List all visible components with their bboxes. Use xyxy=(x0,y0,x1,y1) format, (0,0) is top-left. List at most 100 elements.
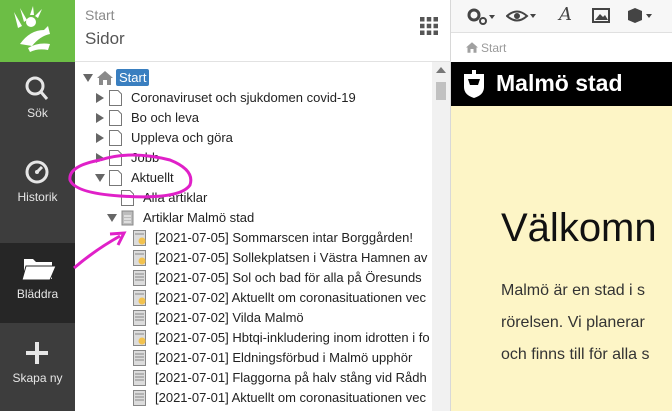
page-icon xyxy=(109,90,122,106)
panel-breadcrumb[interactable]: Start xyxy=(85,7,115,23)
tree-item-label[interactable]: Jobb xyxy=(131,150,159,165)
article-row[interactable]: [2021-07-02] Aktuellt om coronasituation… xyxy=(75,288,432,308)
article-page-icon xyxy=(133,250,146,266)
tree-item-label[interactable]: Alla artiklar xyxy=(143,190,207,205)
article-row-label[interactable]: [2021-07-05] Sommarscen intar Borggården… xyxy=(155,230,413,245)
nav-browse[interactable]: Bläddra xyxy=(0,243,75,323)
tree-item-container[interactable]: Artiklar Malmö stad xyxy=(75,208,432,228)
article-page-icon xyxy=(133,370,146,386)
preview-breadcrumb-start[interactable]: Start xyxy=(481,41,506,55)
settings-gear-icon[interactable] xyxy=(465,5,495,27)
page-icon xyxy=(109,150,122,166)
collapsed-arrow-icon[interactable] xyxy=(95,133,105,143)
malmo-crest-icon xyxy=(464,70,484,98)
nav-create-new-label: Skapa ny xyxy=(12,371,63,385)
article-row[interactable]: [2021-07-01] Aktuellt om coronasituation… xyxy=(75,388,432,408)
page-tree: Start Coronaviruset och sjukdomen covid-… xyxy=(75,62,432,411)
nav-rail: Sök Historik Bläddra Skapa ny xyxy=(0,0,75,411)
container-page-icon xyxy=(121,210,134,226)
collapsed-arrow-icon[interactable] xyxy=(95,93,105,103)
article-row[interactable]: [2021-07-05] Sol och bad för alla på Öre… xyxy=(75,268,432,288)
nav-search-label: Sök xyxy=(27,106,48,120)
expanded-arrow-icon[interactable] xyxy=(107,213,117,223)
image-icon[interactable] xyxy=(591,5,611,27)
article-row-label[interactable]: [2021-07-01] Aktuellt om coronasituation… xyxy=(155,390,426,405)
tree-item-label[interactable]: Artiklar Malmö stad xyxy=(143,210,254,225)
article-page-icon xyxy=(133,230,146,246)
tree-item-label[interactable]: Bo och leva xyxy=(131,110,199,125)
tree-scrollbar[interactable] xyxy=(432,62,450,411)
panel-title: Sidor xyxy=(85,29,125,48)
article-row-label[interactable]: [2021-07-02] Vilda Malmö xyxy=(155,310,304,325)
tree-item-label[interactable]: Uppleva och göra xyxy=(131,130,233,145)
tree-item-label[interactable]: Aktuellt xyxy=(131,170,174,185)
nav-search[interactable]: Sök xyxy=(0,62,75,142)
article-row-label[interactable]: [2021-07-01] Eldningsförbud i Malmö upph… xyxy=(155,350,412,365)
tree-item-label[interactable]: Coronaviruset och sjukdomen covid-19 xyxy=(131,90,356,105)
nav-history[interactable]: Historik xyxy=(0,146,75,226)
search-icon xyxy=(25,76,49,100)
article-row-label[interactable]: [2021-07-05] Sollekplatsen i Västra Hamn… xyxy=(155,250,427,265)
tree-item[interactable]: Alla artiklar xyxy=(75,188,432,208)
scroll-thumb[interactable] xyxy=(436,82,446,100)
nav-create-new[interactable]: Skapa ny xyxy=(0,327,75,407)
article-row-label[interactable]: [2021-07-05] Sol och bad för alla på Öre… xyxy=(155,270,422,285)
logo-icon xyxy=(14,6,50,52)
site-name[interactable]: Malmö stad xyxy=(496,70,623,97)
panel-header: Start Sidor xyxy=(75,0,451,62)
app-logo[interactable] xyxy=(0,0,75,62)
article-row-label[interactable]: [2021-07-01] Flaggorna på halv stång vid… xyxy=(155,370,427,385)
cms-window: Sök Historik Bläddra Skapa ny Start Sido… xyxy=(0,0,672,411)
page-icon xyxy=(121,190,134,206)
welcome-heading: Välkomn xyxy=(501,206,657,250)
block-cube-icon[interactable] xyxy=(625,5,653,27)
expanded-arrow-icon[interactable] xyxy=(95,173,105,183)
site-header: Malmö stad xyxy=(451,62,672,106)
nav-history-label: Historik xyxy=(17,190,58,204)
intro-text-line: rörelsen. Vi planerar xyxy=(501,314,645,331)
article-row-label[interactable]: [2021-07-02] Aktuellt om coronasituation… xyxy=(155,290,426,305)
tree-item[interactable]: Bo och leva xyxy=(75,108,432,128)
folder-icon xyxy=(21,259,57,281)
grid-menu-icon[interactable] xyxy=(419,16,439,36)
article-row[interactable]: [2021-07-05] Sollekplatsen i Västra Hamn… xyxy=(75,248,432,268)
article-page-icon xyxy=(133,330,146,346)
text-format-icon[interactable]: A xyxy=(559,4,572,26)
home-icon xyxy=(466,42,478,53)
home-icon xyxy=(97,71,113,85)
view-eye-icon[interactable] xyxy=(506,5,536,27)
preview-breadcrumb: Start xyxy=(451,34,672,62)
plus-icon xyxy=(26,342,48,364)
collapsed-arrow-icon[interactable] xyxy=(95,153,105,163)
article-row[interactable]: [2021-07-01] Flaggorna på halv stång vid… xyxy=(75,368,432,388)
tree-root-label[interactable]: Start xyxy=(116,69,150,86)
page-icon xyxy=(109,170,122,186)
preview-toolbar: A xyxy=(451,0,672,33)
article-row[interactable]: [2021-07-02] Vilda Malmö xyxy=(75,308,432,328)
scroll-up-arrow-icon[interactable] xyxy=(436,67,446,73)
page-icon xyxy=(109,110,122,126)
article-row-label[interactable]: [2021-07-05] Hbtqi-inkludering inom idro… xyxy=(155,330,430,345)
article-page-icon xyxy=(133,310,146,326)
collapsed-arrow-icon[interactable] xyxy=(95,113,105,123)
page-tree-panel: Start Sidor Start Coronaviruset och sjuk… xyxy=(75,0,451,411)
article-row[interactable]: [2021-07-01] Eldningsförbud i Malmö upph… xyxy=(75,348,432,368)
intro-text-line: Malmö är en stad i s xyxy=(501,282,646,299)
article-page-icon xyxy=(133,290,146,306)
nav-browse-label: Bläddra xyxy=(16,287,59,301)
tree-item[interactable]: Uppleva och göra xyxy=(75,128,432,148)
intro-text-line: och finns till för alla s xyxy=(501,346,650,363)
article-page-icon xyxy=(133,350,146,366)
article-row[interactable]: [2021-07-05] Hbtqi-inkludering inom idro… xyxy=(75,328,432,348)
history-icon xyxy=(25,160,49,184)
article-page-icon xyxy=(133,390,146,406)
article-row[interactable]: [2021-07-05] Sommarscen intar Borggården… xyxy=(75,228,432,248)
tree-item[interactable]: Jobb xyxy=(75,148,432,168)
expanded-arrow-icon[interactable] xyxy=(83,73,93,83)
tree-item[interactable]: Coronaviruset och sjukdomen covid-19 xyxy=(75,88,432,108)
article-page-icon xyxy=(133,270,146,286)
tree-root[interactable]: Start xyxy=(75,68,432,88)
site-body: Välkomn Malmö är en stad i s rörelsen. V… xyxy=(451,106,672,411)
tree-item-aktuellt[interactable]: Aktuellt xyxy=(75,168,432,188)
page-icon xyxy=(109,130,122,146)
